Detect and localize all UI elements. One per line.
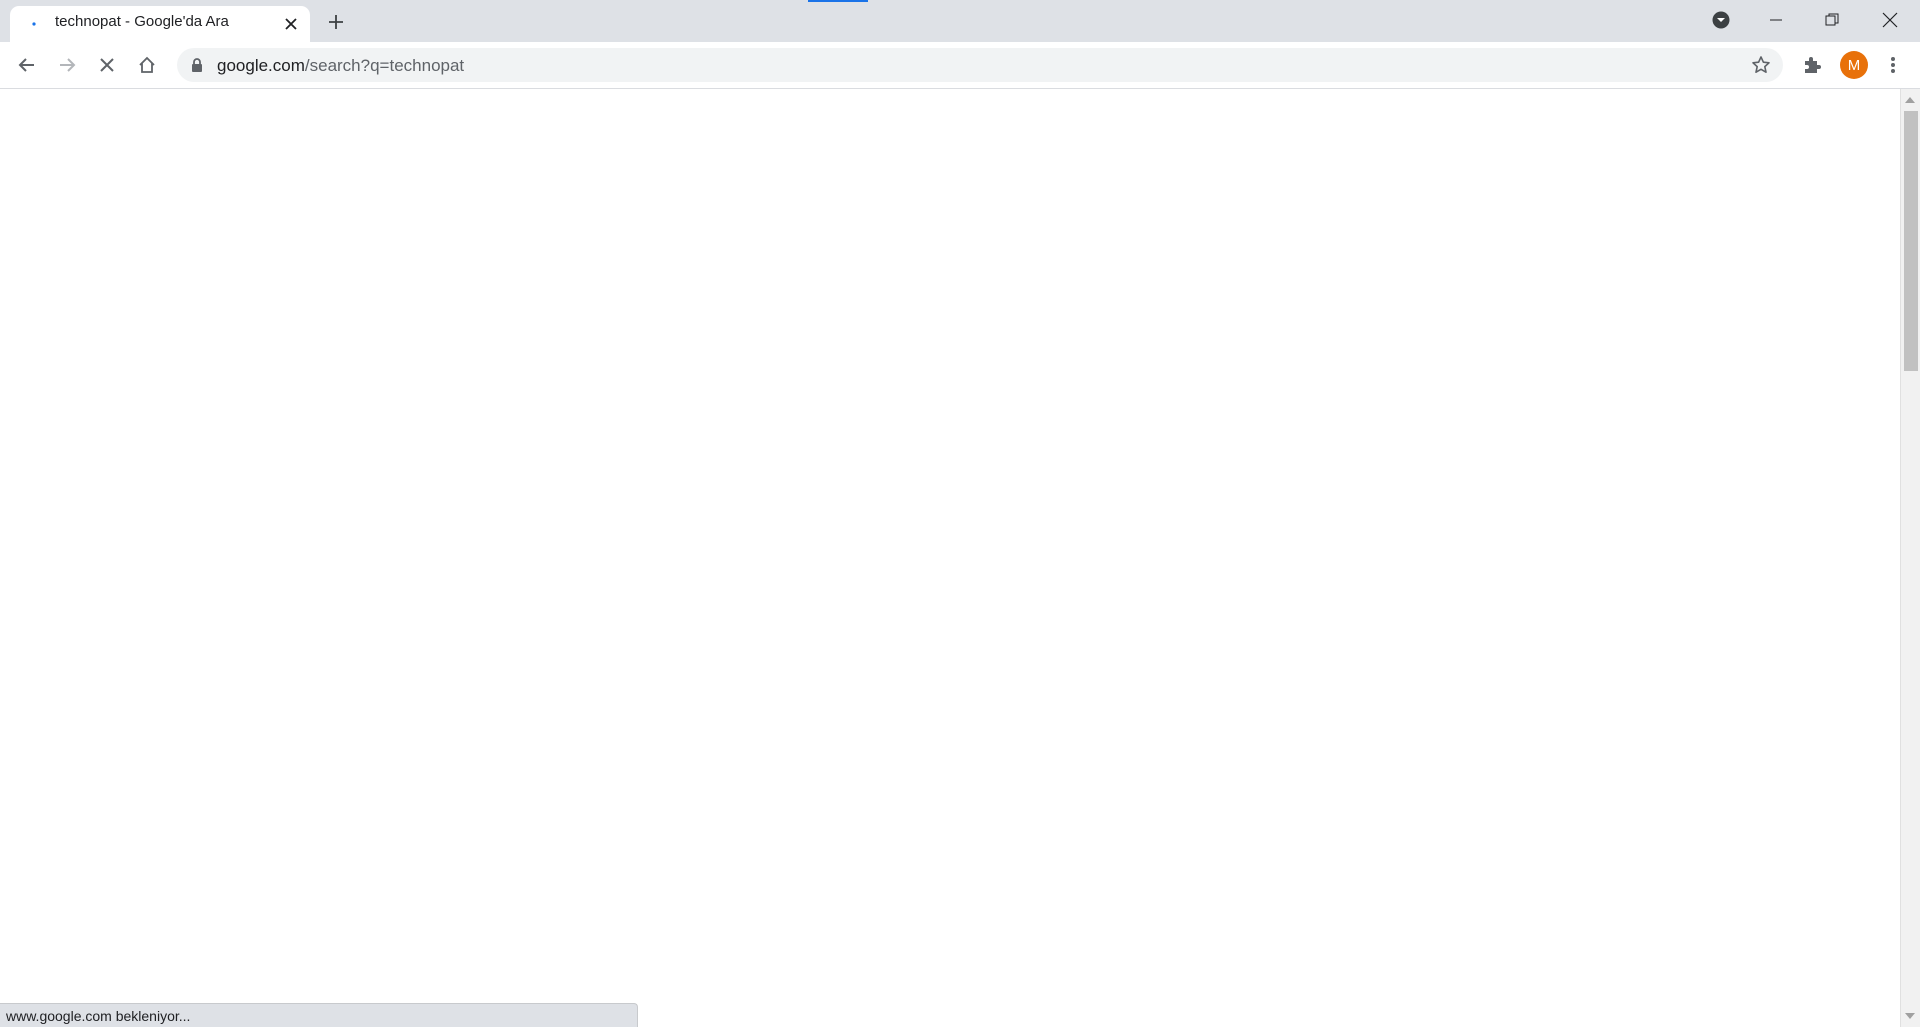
tab-search-button[interactable] — [1695, 0, 1747, 40]
home-icon — [138, 56, 156, 74]
forward-arrow-icon — [58, 56, 76, 74]
restore-icon — [1825, 13, 1839, 27]
loading-indicator — [808, 0, 868, 2]
menu-button[interactable] — [1878, 50, 1908, 80]
tab-close-icon[interactable] — [280, 13, 302, 35]
tab-strip: technopat - Google'da Ara — [0, 0, 1920, 42]
url-host: google.com — [217, 56, 305, 75]
tab-title: technopat - Google'da Ara — [55, 13, 229, 30]
back-button[interactable] — [12, 50, 42, 80]
minimize-button[interactable] — [1750, 0, 1802, 40]
bookmark-star-icon[interactable] — [1751, 55, 1771, 75]
new-tab-button[interactable] — [322, 8, 350, 36]
minimize-icon — [1769, 13, 1783, 27]
puzzle-icon — [1802, 55, 1822, 75]
plus-icon — [328, 14, 344, 30]
scrollbar-thumb[interactable] — [1904, 111, 1918, 371]
tab-active[interactable]: technopat - Google'da Ara — [10, 6, 310, 42]
home-button[interactable] — [132, 50, 162, 80]
browser-toolbar: google.com/search?q=technopat M — [0, 42, 1920, 89]
status-text: www.google.com bekleniyor... — [6, 1008, 191, 1024]
stop-loading-icon — [99, 57, 115, 73]
lock-icon[interactable] — [191, 58, 203, 72]
google-loading-favicon-icon — [26, 16, 42, 32]
scroll-up-icon[interactable] — [1905, 97, 1915, 103]
status-bubble: www.google.com bekleniyor... — [0, 1003, 638, 1027]
forward-button[interactable] — [52, 50, 82, 80]
profile-avatar[interactable]: M — [1840, 51, 1868, 79]
close-icon — [1882, 12, 1898, 28]
back-arrow-icon — [18, 56, 36, 74]
stop-button[interactable] — [92, 50, 122, 80]
kebab-menu-icon — [1890, 56, 1896, 74]
url-path: /search?q=technopat — [304, 56, 465, 75]
url-text[interactable]: google.com/search?q=technopat — [217, 56, 464, 76]
address-bar[interactable]: google.com/search?q=technopat — [177, 48, 1783, 82]
restore-button[interactable] — [1806, 0, 1858, 40]
window-close-button[interactable] — [1864, 0, 1916, 40]
scroll-down-icon[interactable] — [1905, 1013, 1915, 1019]
tab-search-icon — [1711, 10, 1731, 30]
page-content — [0, 89, 1900, 1027]
vertical-scrollbar[interactable] — [1900, 89, 1920, 1027]
extensions-button[interactable] — [1797, 50, 1827, 80]
